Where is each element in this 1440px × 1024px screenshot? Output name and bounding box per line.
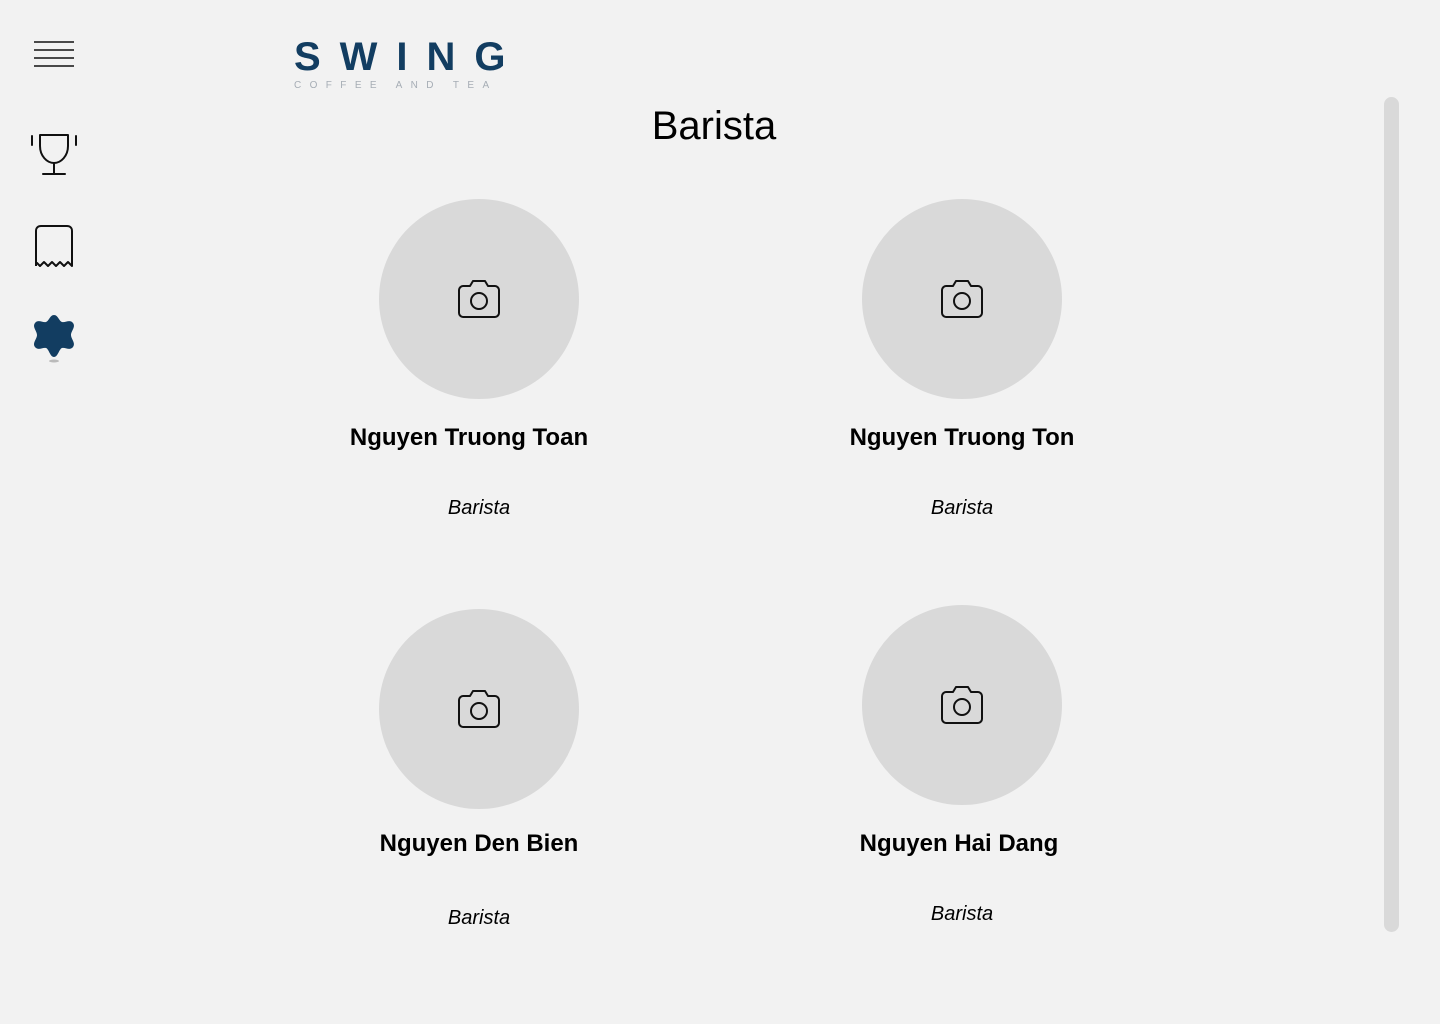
camera-icon [458,690,500,728]
camera-icon [458,280,500,318]
hamburger-menu-icon [34,41,74,67]
staff-name: Nguyen Truong Ton [849,424,1075,451]
staff-name: Nguyen Truong Toan [349,424,589,451]
staff-role: Barista [930,497,994,519]
scrollbar[interactable] [1384,97,1399,932]
staff-role: Barista [447,907,511,929]
staff-name: Nguyen Hai Dang [859,830,1059,857]
brand-logo[interactable]: SWING COFFEE AND TEA [294,35,525,96]
brand-tagline: COFFEE AND TEA [294,80,498,91]
avatar-upload[interactable] [379,199,579,399]
staff-card[interactable]: Nguyen Truong Toan Barista [319,199,639,539]
page: SWING COFFEE AND TEA Barista Nguyen Truo… [0,0,1440,1024]
receipt-icon [35,225,73,267]
brand-name: SWING [294,35,525,79]
menu-button[interactable] [30,31,78,79]
camera-icon [941,686,983,724]
camera-icon [941,280,983,318]
staff-name: Nguyen Den Bien [379,830,579,857]
staff-role: Barista [930,903,994,925]
settings-gear-icon [34,315,74,363]
staff-card[interactable]: Nguyen Den Bien Barista [319,609,639,949]
sidebar-item-settings[interactable] [30,315,78,363]
page-title: Barista [651,104,777,148]
avatar-upload[interactable] [862,199,1062,399]
avatar-upload[interactable] [379,609,579,809]
avatar-upload[interactable] [862,605,1062,805]
staff-card[interactable]: Nguyen Truong Ton Barista [802,199,1122,539]
staff-card[interactable]: Nguyen Hai Dang Barista [802,605,1122,945]
staff-role: Barista [447,497,511,519]
sidebar-item-orders[interactable] [30,223,78,271]
